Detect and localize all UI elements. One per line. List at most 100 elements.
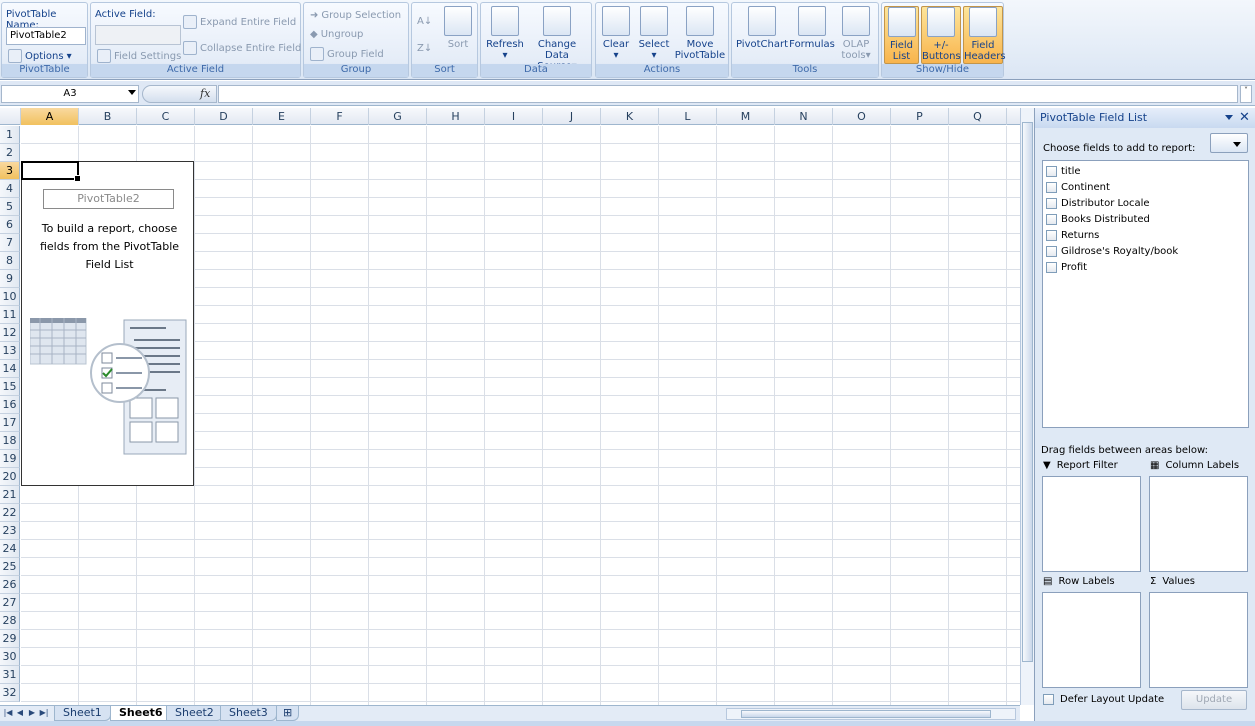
field-list-toggle[interactable]: Field List bbox=[884, 6, 919, 64]
pivottable-name-input[interactable]: PivotTable2 bbox=[6, 27, 86, 45]
refresh-button[interactable]: Refresh ▾ bbox=[484, 6, 526, 61]
field-item[interactable]: title bbox=[1046, 163, 1081, 179]
row-header-25[interactable]: 25 bbox=[0, 558, 20, 576]
group-selection-button[interactable]: ➜ Group Selection bbox=[310, 7, 401, 23]
row-header-1[interactable]: 1 bbox=[0, 126, 20, 144]
pivotchart-button[interactable]: PivotChart bbox=[735, 6, 789, 50]
select-button[interactable]: Select ▾ bbox=[638, 6, 670, 61]
row-header-10[interactable]: 10 bbox=[0, 288, 20, 306]
close-icon[interactable]: ✕ bbox=[1239, 110, 1250, 125]
expand-formula-bar-icon[interactable]: ˅ bbox=[1240, 85, 1252, 103]
prev-sheet-icon[interactable]: ◀ bbox=[15, 708, 25, 719]
row-header-12[interactable]: 12 bbox=[0, 324, 20, 342]
sort-ascending-button[interactable]: A↓ bbox=[417, 13, 432, 29]
column-header-j[interactable]: J bbox=[543, 108, 601, 125]
row-header-30[interactable]: 30 bbox=[0, 648, 20, 666]
field-checkbox[interactable] bbox=[1046, 181, 1057, 193]
change-data-source-button[interactable]: Change Data Source▾ bbox=[526, 6, 588, 72]
column-header-c[interactable]: C bbox=[137, 108, 195, 125]
column-header-g[interactable]: G bbox=[369, 108, 427, 125]
field-checkbox[interactable] bbox=[1046, 261, 1057, 273]
vertical-scrollbar[interactable] bbox=[1020, 108, 1034, 705]
row-header-29[interactable]: 29 bbox=[0, 630, 20, 648]
clear-button[interactable]: Clear ▾ bbox=[600, 6, 632, 61]
sheet-tab-sheet1[interactable]: Sheet1 bbox=[54, 706, 111, 721]
row-header-17[interactable]: 17 bbox=[0, 414, 20, 432]
options-button[interactable]: Options ▾ bbox=[8, 48, 72, 64]
row-header-16[interactable]: 16 bbox=[0, 396, 20, 414]
insert-function-icon[interactable]: fx bbox=[200, 87, 210, 100]
column-header-h[interactable]: H bbox=[427, 108, 485, 125]
row-header-8[interactable]: 8 bbox=[0, 252, 20, 270]
row-header-14[interactable]: 14 bbox=[0, 360, 20, 378]
first-sheet-icon[interactable]: |◀ bbox=[3, 708, 13, 719]
row-header-4[interactable]: 4 bbox=[0, 180, 20, 198]
row-header-9[interactable]: 9 bbox=[0, 270, 20, 288]
active-field-input[interactable] bbox=[95, 25, 181, 45]
last-sheet-icon[interactable]: ▶| bbox=[39, 708, 49, 719]
column-header-i[interactable]: I bbox=[485, 108, 543, 125]
column-header-f[interactable]: F bbox=[311, 108, 369, 125]
field-item[interactable]: Continent bbox=[1046, 179, 1110, 195]
field-item[interactable]: Profit bbox=[1046, 259, 1087, 275]
pane-options-icon[interactable] bbox=[1225, 115, 1233, 120]
row-header-24[interactable]: 24 bbox=[0, 540, 20, 558]
defer-layout-update[interactable]: Defer Layout Update bbox=[1043, 694, 1164, 705]
move-pivottable-button[interactable]: Move PivotTable bbox=[674, 6, 726, 61]
field-checkbox[interactable] bbox=[1046, 165, 1057, 177]
field-headers-toggle[interactable]: Field Headers bbox=[963, 6, 1006, 64]
row-header-31[interactable]: 31 bbox=[0, 666, 20, 684]
row-header-3[interactable]: 3 bbox=[0, 162, 20, 180]
row-header-32[interactable]: 32 bbox=[0, 684, 20, 702]
insert-sheet-icon[interactable]: ⊞ bbox=[276, 706, 300, 721]
row-header-21[interactable]: 21 bbox=[0, 486, 20, 504]
sheet-tab-sheet3[interactable]: Sheet3 bbox=[220, 706, 277, 721]
active-cell[interactable] bbox=[21, 161, 81, 182]
group-field-button[interactable]: Group Field bbox=[310, 46, 384, 62]
expand-field-button[interactable]: Expand Entire Field bbox=[183, 14, 296, 30]
field-checkbox[interactable] bbox=[1046, 229, 1057, 241]
column-header-q[interactable]: Q bbox=[949, 108, 1007, 125]
row-header-23[interactable]: 23 bbox=[0, 522, 20, 540]
horizontal-scrollbar[interactable] bbox=[726, 708, 1016, 720]
horizontal-scroll-thumb[interactable] bbox=[741, 710, 991, 718]
row-header-7[interactable]: 7 bbox=[0, 234, 20, 252]
row-header-13[interactable]: 13 bbox=[0, 342, 20, 360]
vertical-scroll-thumb[interactable] bbox=[1022, 122, 1033, 662]
worksheet-grid[interactable]: ABCDEFGHIJKLMNOPQ 1 2 3 4 5 6 7 8 9 10 11 12 13 14 15 1… bbox=[0, 108, 1020, 705]
row-header-27[interactable]: 27 bbox=[0, 594, 20, 612]
sheet-tab-sheet6[interactable]: Sheet6 bbox=[110, 706, 172, 721]
sort-descending-button[interactable]: Z↓ bbox=[417, 40, 432, 56]
field-item[interactable]: Distributor Locale bbox=[1046, 195, 1150, 211]
column-header-l[interactable]: L bbox=[659, 108, 717, 125]
olap-tools-button[interactable]: OLAP tools▾ bbox=[836, 6, 876, 61]
field-settings-button[interactable]: Field Settings bbox=[97, 48, 181, 64]
field-item[interactable]: Books Distributed bbox=[1046, 211, 1150, 227]
row-header-15[interactable]: 15 bbox=[0, 378, 20, 396]
row-header-18[interactable]: 18 bbox=[0, 432, 20, 450]
row-header-11[interactable]: 11 bbox=[0, 306, 20, 324]
row-header-19[interactable]: 19 bbox=[0, 450, 20, 468]
column-header-p[interactable]: P bbox=[891, 108, 949, 125]
values-area[interactable] bbox=[1149, 592, 1248, 688]
sort-button[interactable]: Sort bbox=[442, 6, 474, 50]
row-labels-area[interactable] bbox=[1042, 592, 1141, 688]
row-header-22[interactable]: 22 bbox=[0, 504, 20, 522]
column-header-a[interactable]: A bbox=[21, 108, 79, 125]
row-header-6[interactable]: 6 bbox=[0, 216, 20, 234]
formula-input[interactable] bbox=[218, 85, 1238, 103]
column-header-d[interactable]: D bbox=[195, 108, 253, 125]
field-item[interactable]: Gildrose's Royalty/book bbox=[1046, 243, 1178, 259]
field-item[interactable]: Returns bbox=[1046, 227, 1099, 243]
column-header-n[interactable]: N bbox=[775, 108, 833, 125]
column-header-m[interactable]: M bbox=[717, 108, 775, 125]
row-header-20[interactable]: 20 bbox=[0, 468, 20, 486]
column-header-e[interactable]: E bbox=[253, 108, 311, 125]
formulas-button[interactable]: Formulas bbox=[789, 6, 835, 50]
collapse-field-button[interactable]: Collapse Entire Field bbox=[183, 40, 301, 56]
field-checkbox[interactable] bbox=[1046, 213, 1057, 225]
row-header-28[interactable]: 28 bbox=[0, 612, 20, 630]
buttons-toggle[interactable]: +/- Buttons bbox=[921, 6, 961, 64]
report-filter-area[interactable] bbox=[1042, 476, 1141, 572]
ungroup-button[interactable]: ◆ Ungroup bbox=[310, 26, 363, 42]
